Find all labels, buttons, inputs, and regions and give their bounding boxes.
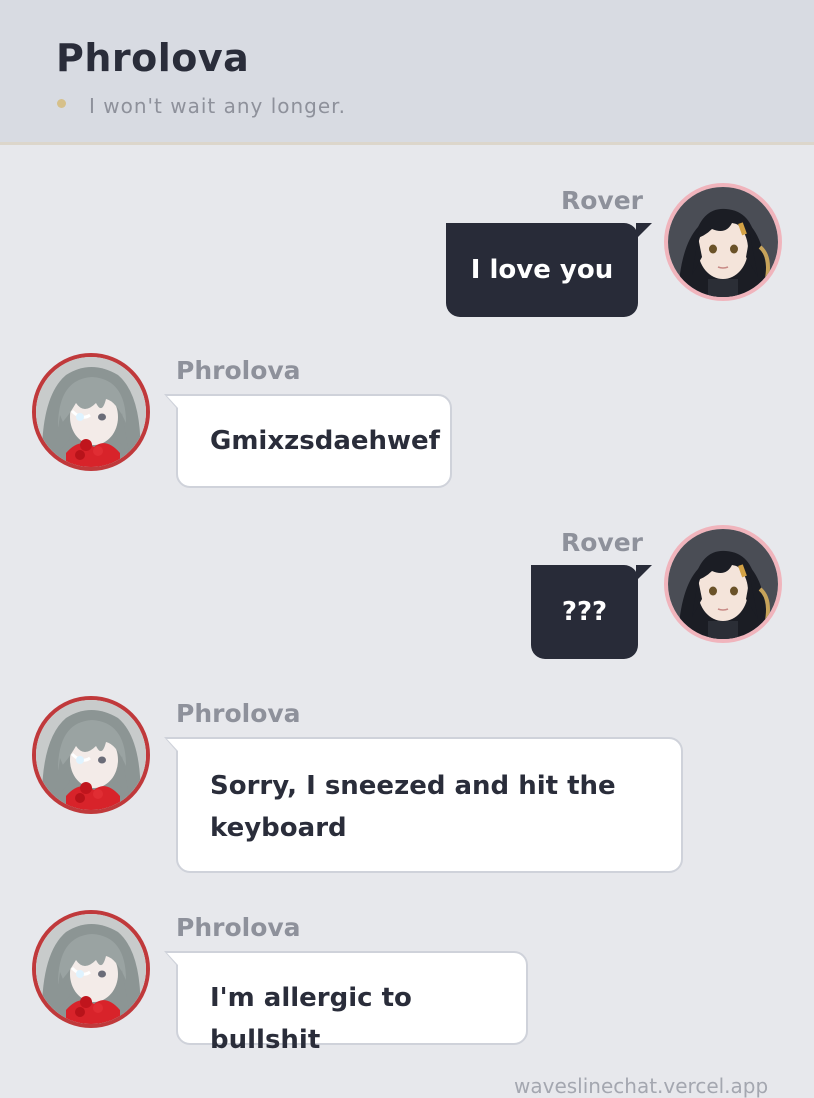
chat-status: I won't wait any longer. bbox=[89, 94, 346, 118]
phrolova-avatar[interactable] bbox=[32, 696, 150, 814]
rover-avatar[interactable] bbox=[664, 183, 782, 301]
status-dot-icon bbox=[57, 99, 66, 108]
phrolova-avatar-icon bbox=[36, 357, 146, 467]
sender-name: Rover bbox=[561, 186, 644, 215]
message-bubble: I love you bbox=[446, 223, 652, 317]
rover-avatar-icon bbox=[668, 187, 778, 297]
sender-name: Phrolova bbox=[176, 699, 301, 728]
message-bubble: Gmixzsdaehwef bbox=[164, 394, 452, 488]
rover-avatar[interactable] bbox=[664, 525, 782, 643]
phrolova-avatar[interactable] bbox=[32, 353, 150, 471]
watermark: waveslinechat.vercel.app bbox=[514, 1074, 769, 1098]
message-bubble: Sorry, I sneezed and hit the keyboard bbox=[164, 737, 683, 873]
phrolova-avatar-icon bbox=[36, 700, 146, 810]
message-bubble: ??? bbox=[531, 565, 652, 659]
rover-avatar-icon bbox=[668, 529, 778, 639]
phrolova-avatar[interactable] bbox=[32, 910, 150, 1028]
sender-name: Phrolova bbox=[176, 356, 301, 385]
chat-header: Phrolova I won't wait any longer. bbox=[0, 0, 814, 145]
message-bubble: I'm allergic to bullshit bbox=[164, 951, 528, 1055]
chat-title: Phrolova bbox=[56, 36, 250, 80]
phrolova-avatar-icon bbox=[36, 914, 146, 1024]
sender-name: Phrolova bbox=[176, 913, 301, 942]
sender-name: Rover bbox=[561, 528, 644, 557]
